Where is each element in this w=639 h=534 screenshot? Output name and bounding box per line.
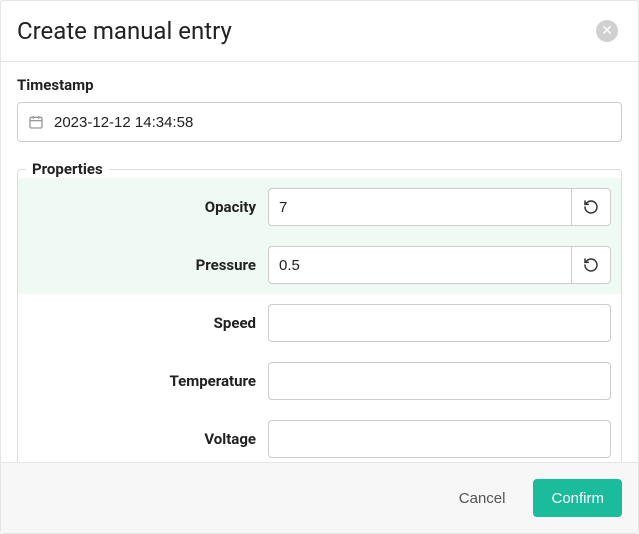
- modal-footer: Cancel Confirm: [1, 462, 638, 533]
- modal-header: Create manual entry ✕: [1, 1, 638, 61]
- timestamp-field: Timestamp: [17, 76, 622, 142]
- voltage-input-group: [268, 420, 611, 458]
- property-row-temperature: Temperature: [18, 352, 621, 410]
- confirm-button[interactable]: Confirm: [533, 479, 622, 517]
- property-row-opacity: Opacity: [18, 178, 621, 236]
- opacity-input-group: [268, 188, 611, 226]
- temperature-input[interactable]: [268, 362, 611, 400]
- create-manual-entry-modal: Create manual entry ✕ Timestamp Properti…: [0, 0, 639, 534]
- speed-input-group: [268, 304, 611, 342]
- timestamp-label: Timestamp: [17, 76, 622, 94]
- speed-input[interactable]: [268, 304, 611, 342]
- modal-title: Create manual entry: [17, 17, 232, 45]
- pressure-input-group: [268, 246, 611, 284]
- modal-body: Timestamp Properties Opacity: [1, 61, 638, 462]
- voltage-input[interactable]: [268, 420, 611, 458]
- pressure-label: Pressure: [28, 256, 268, 274]
- temperature-label: Temperature: [28, 372, 268, 390]
- pressure-reset-button[interactable]: [571, 246, 611, 284]
- property-row-voltage: Voltage: [18, 410, 621, 462]
- timestamp-input-wrap[interactable]: [17, 102, 622, 142]
- property-row-pressure: Pressure: [18, 236, 621, 294]
- cancel-button[interactable]: Cancel: [441, 479, 524, 517]
- timestamp-input[interactable]: [54, 114, 611, 131]
- opacity-input[interactable]: [268, 188, 571, 226]
- properties-fieldset: Properties Opacity Pressure: [17, 160, 622, 462]
- calendar-icon: [28, 114, 44, 130]
- close-icon: ✕: [601, 24, 613, 38]
- temperature-input-group: [268, 362, 611, 400]
- close-button[interactable]: ✕: [596, 20, 618, 42]
- speed-label: Speed: [28, 314, 268, 332]
- property-row-speed: Speed: [18, 294, 621, 352]
- opacity-label: Opacity: [28, 198, 268, 216]
- properties-legend: Properties: [26, 160, 109, 178]
- undo-icon: [583, 199, 599, 215]
- undo-icon: [583, 257, 599, 273]
- pressure-input[interactable]: [268, 246, 571, 284]
- voltage-label: Voltage: [28, 430, 268, 448]
- opacity-reset-button[interactable]: [571, 188, 611, 226]
